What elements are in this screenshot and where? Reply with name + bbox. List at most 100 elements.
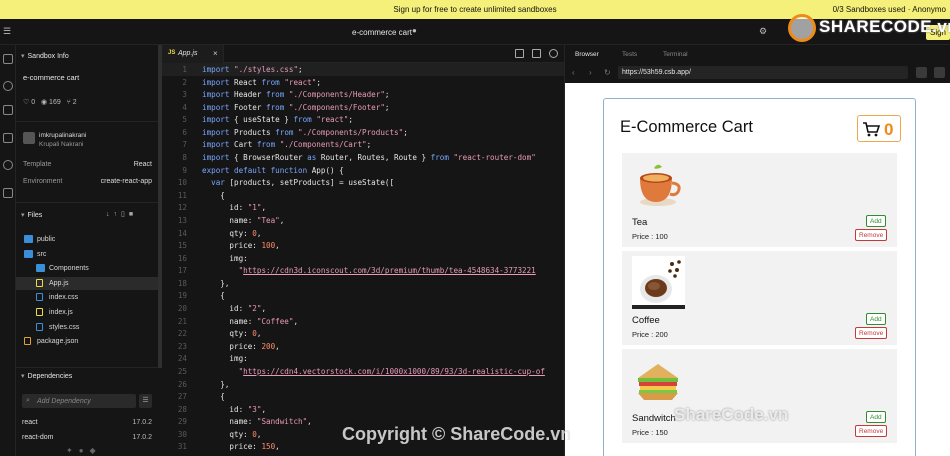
file-tree-item[interactable]: index.js: [16, 306, 158, 319]
dependency-name[interactable]: react-dom: [22, 434, 54, 441]
code-line[interactable]: 22 qty: 0,: [162, 327, 564, 340]
dependencies-header[interactable]: ▾ Dependencies: [21, 372, 72, 380]
heart-icon[interactable]: ♡: [23, 99, 29, 106]
upload-icon[interactable]: ↑: [114, 211, 122, 218]
add-button[interactable]: Add: [866, 313, 886, 325]
code-line[interactable]: 27 {: [162, 390, 564, 403]
new-window-icon[interactable]: [934, 67, 945, 78]
remove-button[interactable]: Remove: [855, 327, 888, 339]
code-line[interactable]: 11 {: [162, 189, 564, 202]
dependency-name[interactable]: react: [22, 419, 38, 426]
live-icon[interactable]: [3, 160, 13, 170]
code-line[interactable]: 2 import React from "react";: [162, 76, 564, 89]
extensions-icon[interactable]: [3, 188, 13, 198]
code-text: name: "Coffee",: [202, 316, 299, 326]
code-line[interactable]: 12 id: "1",: [162, 201, 564, 214]
code-line[interactable]: 25 "https://cdn4.vectorstock.com/i/1000x…: [162, 365, 564, 378]
more-icon[interactable]: [549, 49, 558, 58]
deploy-icon[interactable]: [3, 133, 13, 143]
file-tree-item[interactable]: index.css: [16, 291, 158, 304]
github-icon[interactable]: ●: [79, 446, 90, 455]
github-icon[interactable]: ●: [412, 26, 417, 35]
environment-value: create-react-app: [100, 178, 152, 185]
code-line[interactable]: 17 "https://cdn3d.iconscout.com/3d/premi…: [162, 264, 564, 277]
user-handle[interactable]: imkrupalinakrani: [39, 132, 86, 139]
add-button[interactable]: Add: [866, 411, 886, 423]
code-line[interactable]: 14 qty: 0,: [162, 227, 564, 240]
user-name: Krupali Nakrani: [39, 141, 84, 148]
code-area[interactable]: 1 import "./styles.css"; 2 import React fro…: [162, 63, 564, 456]
twitter-icon[interactable]: ✦: [66, 446, 79, 455]
tab-browser[interactable]: Browser: [575, 51, 599, 58]
sandbox-info-header[interactable]: ▾ Sandbox Info: [21, 52, 69, 60]
settings-icon[interactable]: ⚙: [759, 26, 767, 37]
new-file-icon[interactable]: ▯: [121, 211, 129, 218]
back-icon[interactable]: ‹: [572, 68, 575, 77]
file-icon: [36, 278, 43, 287]
split-view-icon[interactable]: [515, 49, 524, 58]
code-line[interactable]: 13 name: "Tea",: [162, 214, 564, 227]
dependency-version[interactable]: 17.0.2: [133, 434, 152, 441]
code-line[interactable]: 15 price: 100,: [162, 239, 564, 252]
line-number: 2: [182, 77, 187, 87]
code-text: },: [202, 379, 230, 389]
files-header[interactable]: ▾ Files: [21, 211, 42, 219]
git-icon[interactable]: [3, 105, 13, 115]
add-button[interactable]: Add: [866, 215, 886, 227]
avatar[interactable]: [23, 132, 35, 144]
code-line[interactable]: 23 price: 200,: [162, 340, 564, 353]
tab-app-js[interactable]: JS App.js ×: [162, 45, 224, 63]
file-tree-item[interactable]: package.json: [16, 335, 158, 348]
code-line[interactable]: 24 img:: [162, 352, 564, 365]
remove-button[interactable]: Remove: [855, 425, 888, 437]
code-line[interactable]: 7 import Cart from "./Components/Cart";: [162, 138, 564, 151]
search-icon[interactable]: [3, 81, 13, 91]
code-line[interactable]: 18 },: [162, 277, 564, 290]
product-price: Price : 200: [632, 330, 668, 339]
code-line[interactable]: 9 export default function App() {: [162, 164, 564, 177]
code-line[interactable]: 28 id: "3",: [162, 403, 564, 416]
discord-icon[interactable]: ◆: [90, 446, 102, 455]
cart-button[interactable]: 0: [857, 115, 901, 142]
tab-tests[interactable]: Tests: [622, 51, 637, 58]
file-tree-item[interactable]: public: [16, 233, 158, 246]
file-tree-item[interactable]: Components: [16, 262, 158, 275]
new-folder-icon[interactable]: ■: [129, 211, 137, 218]
code-line[interactable]: 1 import "./styles.css";: [162, 63, 564, 76]
tab-terminal[interactable]: Terminal: [663, 51, 688, 58]
menu-icon[interactable]: ☰: [3, 26, 11, 37]
dependency-menu-icon[interactable]: ☰: [139, 394, 152, 408]
preview-viewport: E-Commerce Cart 0 Tea Price : 100 Add Remov…: [565, 83, 950, 456]
file-tree-item[interactable]: styles.css: [16, 321, 158, 334]
code-line[interactable]: 4 import Footer from "./Components/Footer…: [162, 101, 564, 114]
forward-icon[interactable]: ›: [589, 68, 592, 77]
code-line[interactable]: 16 img:: [162, 252, 564, 265]
open-external-icon[interactable]: [916, 67, 927, 78]
folder-icon: [36, 264, 45, 273]
code-line[interactable]: 26 },: [162, 378, 564, 391]
code-line[interactable]: 20 id: "2",: [162, 302, 564, 315]
file-tree-item[interactable]: src: [16, 248, 158, 261]
code-line[interactable]: 3 import Header from "./Components/Header…: [162, 88, 564, 101]
product-name: Tea: [632, 217, 648, 228]
sort-icon[interactable]: ↓: [106, 211, 114, 218]
code-line[interactable]: 19 {: [162, 289, 564, 302]
code-line[interactable]: 8 import { BrowserRouter as Router, Route…: [162, 151, 564, 164]
refresh-icon[interactable]: ↻: [604, 68, 611, 77]
add-dependency-field[interactable]: ⌕ Add Dependency: [22, 394, 136, 408]
code-line[interactable]: 10 var [products, setProducts] = useStat…: [162, 176, 564, 189]
layout-icon[interactable]: [532, 49, 541, 58]
code-line[interactable]: 6 import Products from "./Components/Prod…: [162, 126, 564, 139]
product-card: Sandwitch Price : 150 Add Remove: [622, 349, 897, 443]
info-icon[interactable]: [3, 54, 13, 64]
file-tree-item[interactable]: App.js: [16, 276, 158, 290]
remove-button[interactable]: Remove: [855, 229, 888, 241]
close-icon[interactable]: ×: [213, 49, 218, 58]
code-line[interactable]: 21 name: "Coffee",: [162, 315, 564, 328]
url-input[interactable]: https://53h59.csb.app/: [618, 66, 908, 79]
cart-count: 0: [884, 120, 894, 139]
code-line[interactable]: 5 import { useState } from "react";: [162, 113, 564, 126]
line-number: 12: [177, 203, 187, 213]
line-number: 14: [177, 228, 187, 238]
dependency-version[interactable]: 17.0.2: [133, 419, 152, 426]
